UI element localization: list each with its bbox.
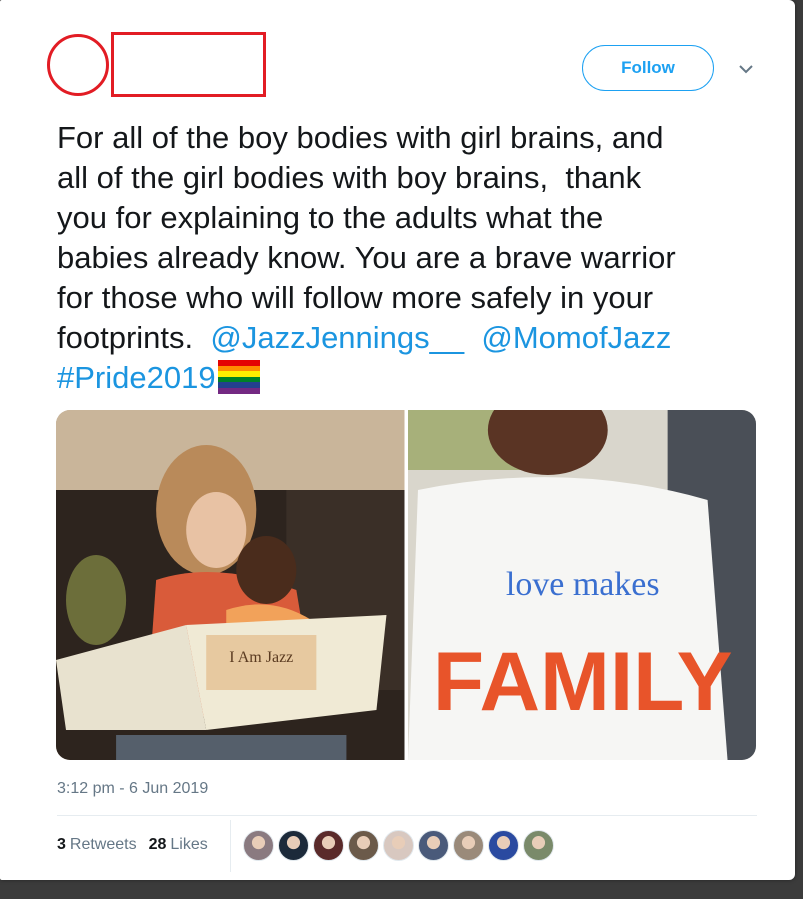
photo-woman-reading[interactable]: I Am Jazz [56, 410, 405, 760]
divider [57, 815, 757, 816]
liker-avatar[interactable] [243, 830, 274, 861]
tweet-line-mentions: footprints. @JazzJennings__ @MomofJazz [57, 318, 757, 358]
liker-avatar[interactable] [313, 830, 344, 861]
chevron-down-icon[interactable] [736, 62, 756, 76]
mention-link-jazzjennings[interactable]: @JazzJennings__ [210, 320, 464, 355]
hashtag-link[interactable]: #Pride2019 [57, 360, 216, 395]
redacted-avatar [47, 34, 109, 96]
tweet-text-fragment: footprints. [57, 320, 211, 355]
tweet-timestamp[interactable]: 3:12 pm - 6 Jun 2019 [57, 780, 208, 798]
stats-separator [230, 820, 231, 872]
tweet-line: for those who will follow more safely in… [57, 280, 654, 315]
tweet-line: babies already know. You are a brave war… [57, 240, 676, 275]
redacted-username [111, 32, 266, 97]
tweet-line: all of the girl bodies with boy brains, … [57, 160, 642, 195]
tweet-line-hashtag: #Pride2019 [57, 358, 757, 398]
tweet-text-gap [464, 320, 481, 355]
media-grid: I Am Jazz love makes FAMILY [56, 410, 756, 760]
liker-avatar[interactable] [348, 830, 379, 861]
liker-avatar[interactable] [523, 830, 554, 861]
liker-avatar[interactable] [383, 830, 414, 861]
follow-button[interactable]: Follow [582, 45, 714, 91]
tweet-line: you for explaining to the adults what th… [57, 200, 604, 235]
mention-link-momofjazz[interactable]: @MomofJazz [481, 320, 671, 355]
liker-avatar[interactable] [418, 830, 449, 861]
likes-label: Likes [170, 836, 208, 853]
liker-avatar[interactable] [453, 830, 484, 861]
tweet-line: For all of the boy bodies with girl brai… [57, 120, 664, 155]
engagement-stats: 3 Retweets 28 Likes [57, 836, 208, 854]
retweets-stat[interactable]: 3 Retweets [57, 836, 137, 854]
retweets-count: 3 [57, 836, 66, 853]
likes-stat[interactable]: 28 Likes [149, 836, 208, 854]
liker-avatars [243, 830, 554, 861]
shirt-text-line1: love makes [505, 566, 659, 603]
liker-avatar[interactable] [488, 830, 519, 861]
book-title: I Am Jazz [229, 649, 293, 666]
likes-count: 28 [148, 836, 167, 853]
retweets-label: Retweets [69, 836, 137, 853]
tweet-text: For all of the boy bodies with girl brai… [57, 118, 757, 398]
shirt-text-line2: FAMILY [432, 634, 732, 728]
liker-avatar[interactable] [278, 830, 309, 861]
photo-family-shirt[interactable]: love makes FAMILY [407, 410, 756, 760]
tweet-card: Follow For all of the boy bodies with gi… [0, 0, 795, 880]
rainbow-flag-icon [217, 360, 260, 394]
